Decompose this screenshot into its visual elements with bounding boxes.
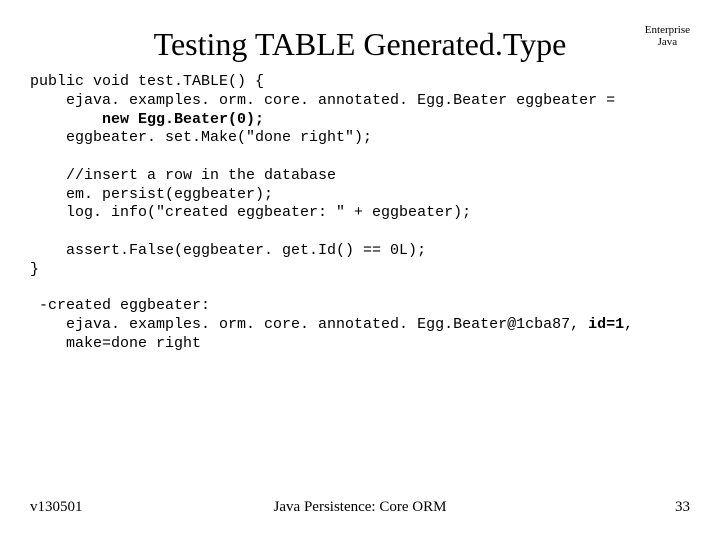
code-line: assert.False(eggbeater. get.Id() == 0L); — [30, 242, 426, 259]
corner-label: Enterprise Java — [645, 24, 690, 48]
output-line: -created eggbeater: — [30, 297, 210, 314]
code-line: public void test.TABLE() { — [30, 73, 264, 90]
code-comment: //insert a row in the database — [30, 167, 336, 184]
code-keyword-new: new Egg.Beater(0); — [102, 111, 264, 128]
corner-line1: Enterprise — [645, 24, 690, 36]
slide: Testing TABLE Generated.Type Enterprise … — [0, 0, 720, 540]
code-indent — [30, 111, 102, 128]
code-line: ejava. examples. orm. core. annotated. E… — [30, 92, 615, 109]
output-line: ejava. examples. orm. core. annotated. E… — [30, 316, 588, 333]
output-line: , — [624, 316, 633, 333]
code-block: public void test.TABLE() { ejava. exampl… — [30, 73, 690, 279]
code-line: log. info("created eggbeater: " + eggbea… — [30, 204, 471, 221]
corner-line2: Java — [658, 36, 678, 48]
footer-page-number: 33 — [675, 499, 690, 516]
footer-title: Java Persistence: Core ORM — [274, 499, 447, 516]
header-row: Testing TABLE Generated.Type Enterprise … — [30, 20, 690, 63]
page-title: Testing TABLE Generated.Type — [154, 26, 567, 63]
footer: v130501 Java Persistence: Core ORM 33 — [30, 499, 690, 516]
code-line: } — [30, 261, 39, 278]
output-block: -created eggbeater: ejava. examples. orm… — [30, 297, 690, 353]
output-highlight-id: id=1 — [588, 316, 624, 333]
footer-version: v130501 — [30, 499, 83, 516]
output-line: make=done right — [30, 335, 201, 352]
code-line: eggbeater. set.Make("done right"); — [30, 129, 372, 146]
code-line: em. persist(eggbeater); — [30, 186, 273, 203]
